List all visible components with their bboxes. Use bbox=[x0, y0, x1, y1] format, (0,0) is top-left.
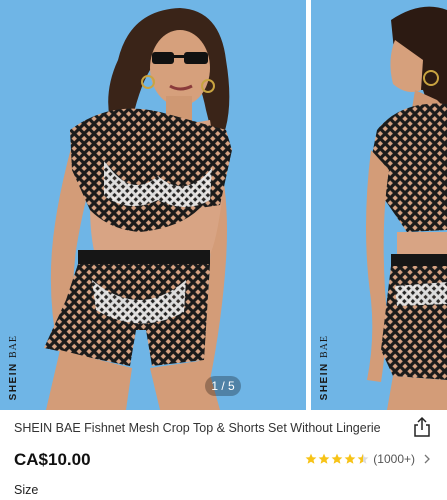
review-count: (1000+) bbox=[373, 452, 415, 466]
brand-watermark: SHEIN BAE bbox=[8, 334, 19, 400]
star-icon bbox=[318, 453, 330, 464]
star-icon bbox=[344, 453, 356, 464]
star-icon bbox=[305, 453, 317, 464]
star-half-icon bbox=[357, 453, 369, 464]
product-image-1[interactable]: SHEIN BAE 1 / 5 bbox=[0, 0, 306, 410]
model-photo-side bbox=[311, 0, 447, 410]
star-icon bbox=[331, 453, 343, 464]
product-title: SHEIN BAE Fishnet Mesh Crop Top & Shorts… bbox=[14, 421, 381, 435]
image-pager: 1 / 5 bbox=[205, 376, 241, 396]
product-title-row: SHEIN BAE Fishnet Mesh Crop Top & Shorts… bbox=[14, 416, 434, 440]
brand-watermark: SHEIN BAE bbox=[319, 334, 330, 400]
product-image-gallery[interactable]: SHEIN BAE 1 / 5 SHEIN BAE bbox=[0, 0, 447, 410]
rating-summary[interactable]: (1000+) bbox=[305, 451, 431, 467]
model-photo-front bbox=[0, 0, 306, 410]
product-price: CA$10.00 bbox=[14, 450, 91, 469]
size-label: Size bbox=[14, 483, 39, 497]
rating-stars bbox=[305, 453, 369, 465]
product-image-2[interactable]: SHEIN BAE bbox=[311, 0, 447, 410]
chevron-right-icon bbox=[424, 454, 430, 464]
share-icon[interactable] bbox=[412, 416, 432, 438]
